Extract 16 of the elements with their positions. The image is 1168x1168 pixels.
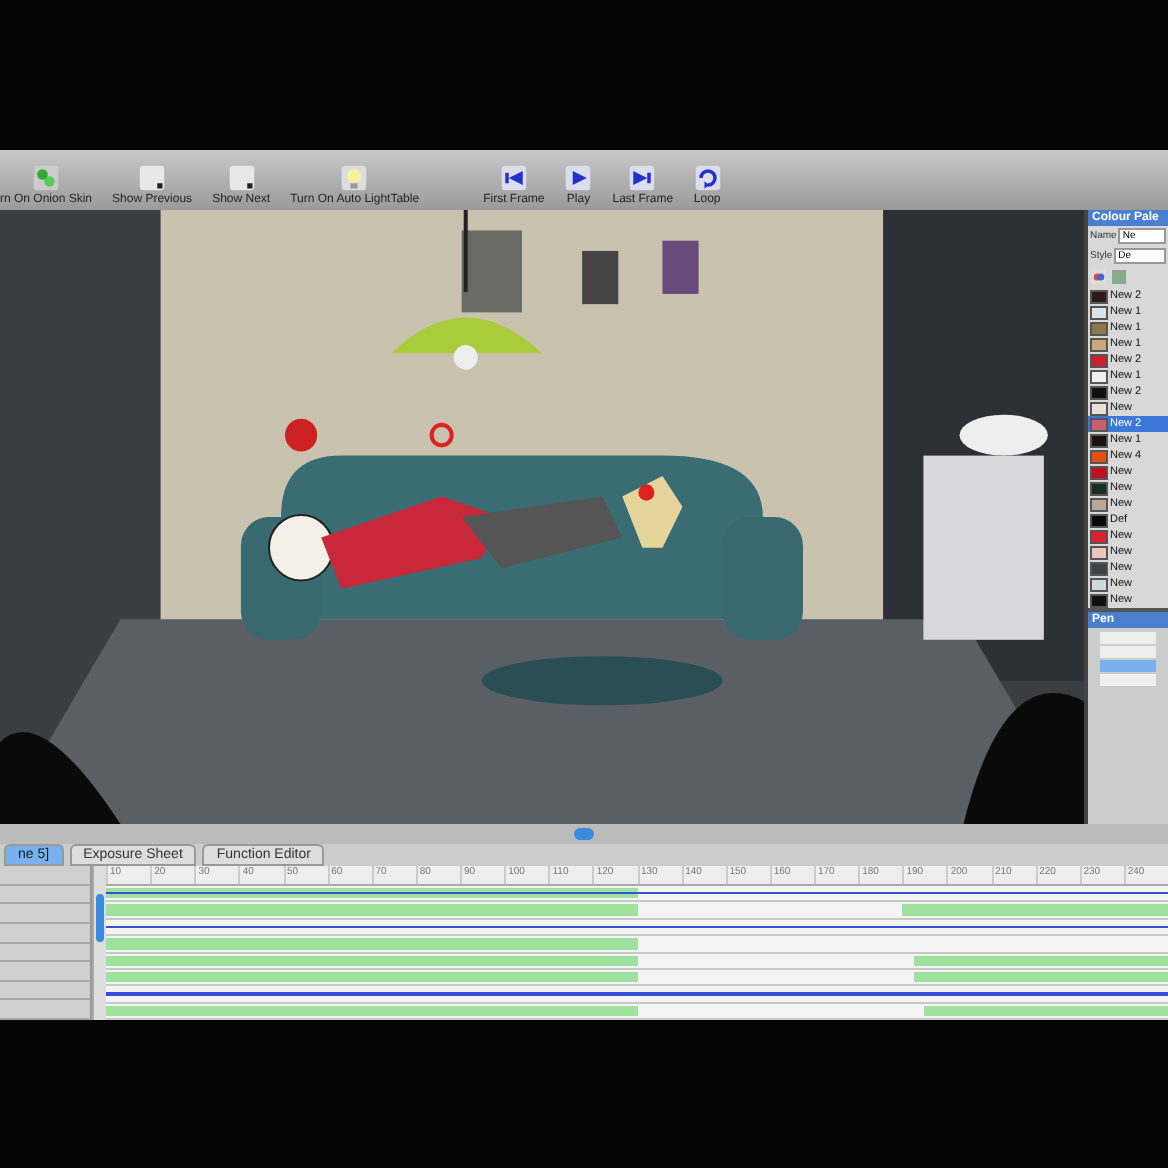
page-icon bbox=[138, 164, 167, 192]
scroll-thumb[interactable] bbox=[96, 894, 104, 942]
list-row[interactable] bbox=[1100, 660, 1156, 672]
page-icon bbox=[227, 164, 256, 192]
palette-icon[interactable] bbox=[1092, 270, 1106, 284]
loop-icon bbox=[693, 164, 722, 192]
list-row[interactable] bbox=[1100, 674, 1156, 686]
swatch-icon[interactable] bbox=[1112, 270, 1126, 284]
list-row[interactable] bbox=[1100, 632, 1156, 644]
play-icon bbox=[564, 164, 593, 192]
onion-skin-icon bbox=[32, 164, 61, 192]
list-row[interactable] bbox=[1100, 646, 1156, 658]
scroll-thumb[interactable] bbox=[574, 828, 594, 840]
first-frame-icon bbox=[499, 164, 528, 192]
lightbulb-icon bbox=[340, 164, 369, 192]
last-frame-icon bbox=[628, 164, 657, 192]
